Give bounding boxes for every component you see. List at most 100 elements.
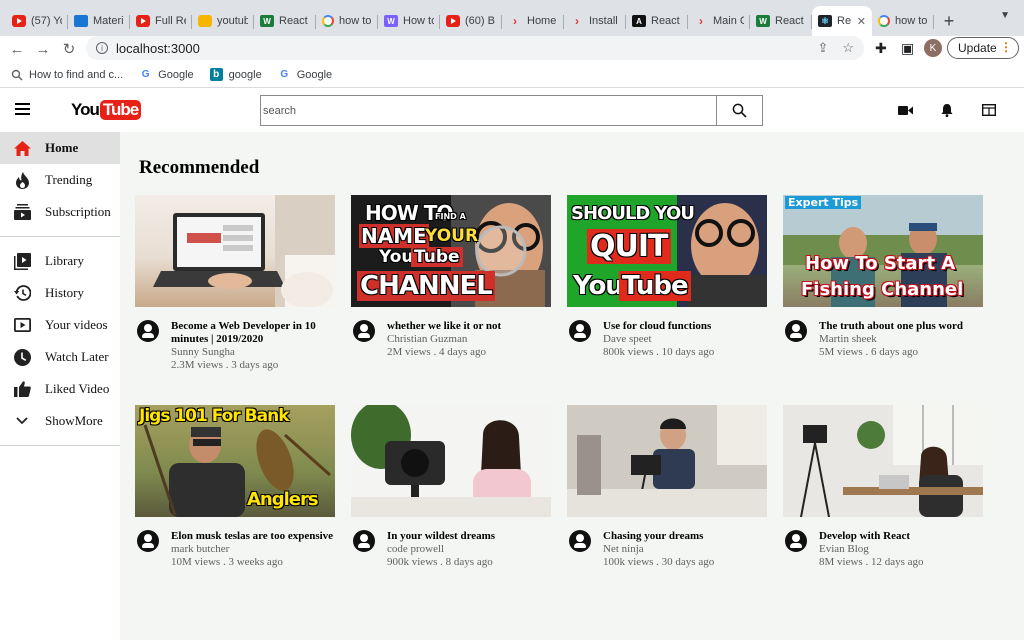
chevron-down-icon (13, 412, 31, 430)
sidebar-item-subscription[interactable]: Subscription (0, 196, 120, 228)
close-tab-icon[interactable]: ✕ (857, 15, 866, 28)
browser-tab[interactable]: how to (872, 6, 934, 36)
bookmark-item[interactable]: G Google (139, 68, 194, 81)
video-thumbnail[interactable]: SHOULD YOU QUIT You Tube (567, 195, 767, 307)
sidebar-item-library[interactable]: Library (0, 245, 120, 277)
hamburger-menu-icon[interactable] (15, 103, 30, 115)
main-content: Recommended Become a Web Developer in 10… (120, 132, 1024, 640)
channel-avatar-icon[interactable] (137, 320, 159, 342)
browser-tab[interactable]: A React (626, 6, 688, 36)
bookmark-item[interactable]: b google (209, 68, 262, 81)
channel-name[interactable]: Sunny Sungha (171, 346, 335, 359)
browser-tab[interactable]: W React (750, 6, 812, 36)
forward-arrow-icon[interactable]: → (30, 41, 56, 58)
thumb-caption: Expert Tips (785, 196, 862, 209)
browser-tab[interactable]: how to (316, 6, 378, 36)
apps-grid-icon[interactable] (982, 104, 996, 116)
thumb-caption: Anglers (247, 489, 319, 510)
side-panel-icon[interactable]: ▣ (901, 40, 914, 57)
video-card[interactable]: SHOULD YOU QUIT You Tube Use for cloud f… (567, 195, 767, 359)
channel-avatar-icon[interactable] (569, 320, 591, 342)
sidebar-item-watch-later[interactable]: Watch Later (0, 341, 120, 373)
video-card[interactable]: Expert Tips How To Start A Fishing Chann… (783, 195, 983, 359)
browser-tab[interactable]: (57) Yo (6, 6, 68, 36)
bookmark-item[interactable]: G Google (278, 68, 332, 81)
channel-avatar-icon[interactable] (569, 530, 591, 552)
sidebar-item-liked-video[interactable]: Liked Video (0, 373, 120, 405)
youtube-logo[interactable]: You Tube (71, 100, 142, 120)
share-icon[interactable]: ⇪ (817, 40, 828, 56)
video-card[interactable]: Develop with React Evian Blog 8M views .… (783, 405, 983, 569)
channel-avatar-icon[interactable] (137, 530, 159, 552)
video-card[interactable]: Chasing your dreams Net ninja 100k views… (567, 405, 767, 569)
video-title[interactable]: The truth about one plus word (819, 320, 963, 333)
browser-tab[interactable]: › Main C (688, 6, 750, 36)
more-menu-icon[interactable]: ⋮ (1000, 40, 1012, 54)
video-card[interactable]: Become a Web Developer in 10 minutes | 2… (135, 195, 335, 372)
browser-tab[interactable]: › Install (564, 6, 626, 36)
video-thumbnail[interactable]: Expert Tips How To Start A Fishing Chann… (783, 195, 983, 307)
new-tab-button[interactable]: + (934, 6, 964, 36)
browser-tab[interactable]: Materi (68, 6, 130, 36)
notifications-bell-icon[interactable] (941, 103, 953, 117)
update-button[interactable]: Update ⋮ (947, 37, 1019, 59)
sidebar-item-show-more[interactable]: ShowMore (0, 405, 120, 437)
bookmark-label: Google (158, 68, 194, 81)
channel-avatar-icon[interactable] (353, 320, 375, 342)
search-button[interactable] (716, 95, 763, 126)
channel-name[interactable]: Martin sheek (819, 333, 963, 346)
reload-icon[interactable]: ↻ (56, 40, 82, 58)
video-thumbnail[interactable] (567, 405, 767, 517)
profile-avatar[interactable]: K (924, 39, 942, 57)
site-info-icon[interactable]: i (96, 42, 108, 54)
channel-name[interactable]: code prowell (387, 543, 495, 556)
search-input[interactable] (260, 95, 717, 126)
video-thumbnail[interactable] (351, 405, 551, 517)
channel-name[interactable]: Christian Guzman (387, 333, 501, 346)
sidebar-item-history[interactable]: History (0, 277, 120, 309)
channel-name[interactable]: mark butcher (171, 543, 333, 556)
browser-tab[interactable]: youtub (192, 6, 254, 36)
video-title[interactable]: In your wildest dreams (387, 530, 495, 543)
channel-avatar-icon[interactable] (353, 530, 375, 552)
video-thumbnail[interactable] (135, 195, 335, 307)
channel-name[interactable]: Net ninja (603, 543, 714, 556)
flame-icon (13, 171, 31, 189)
channel-avatar-icon[interactable] (785, 320, 807, 342)
back-arrow-icon[interactable]: ← (4, 41, 30, 58)
video-title[interactable]: Chasing your dreams (603, 530, 714, 543)
video-thumbnail[interactable] (783, 405, 983, 517)
video-thumbnail[interactable]: Jigs 101 For Bank Anglers (135, 405, 335, 517)
channel-name[interactable]: Dave speet (603, 333, 714, 346)
browser-tab[interactable]: (60) B (440, 6, 502, 36)
extensions-puzzle-icon[interactable]: ✚ (875, 40, 887, 57)
video-card[interactable]: HOW TO FIND A NAME YOUR You Tube CHANNEL… (351, 195, 551, 359)
video-title[interactable]: Elon musk teslas are too expensive (171, 530, 333, 543)
video-card[interactable]: In your wildest dreams code prowell 900k… (351, 405, 551, 569)
browser-tab[interactable]: W How to (378, 6, 440, 36)
browser-tab[interactable]: › Home (502, 6, 564, 36)
tab-label: Install (589, 15, 618, 27)
browser-tab[interactable]: Full Re (130, 6, 192, 36)
bookmark-star-icon[interactable]: ☆ (842, 40, 854, 56)
tab-search-chevron-icon[interactable]: ▼ (1000, 10, 1010, 21)
url-bar[interactable]: i localhost:3000 ⇪ ☆ (86, 36, 864, 60)
video-title[interactable]: Use for cloud functions (603, 320, 714, 333)
browser-tab[interactable]: W React (254, 6, 316, 36)
video-title[interactable]: Become a Web Developer in 10 minutes | 2… (171, 320, 335, 346)
sidebar-item-home[interactable]: Home (0, 132, 120, 164)
video-title[interactable]: Develop with React (819, 530, 924, 543)
browser-tab-active[interactable]: ⚛ Re ✕ (812, 6, 872, 36)
video-thumbnail[interactable]: HOW TO FIND A NAME YOUR You Tube CHANNEL (351, 195, 551, 307)
video-card[interactable]: Jigs 101 For Bank Anglers Elon musk tesl… (135, 405, 335, 569)
url-text[interactable]: localhost:3000 (116, 41, 200, 56)
channel-avatar-icon[interactable] (785, 530, 807, 552)
google-favicon-icon (878, 15, 890, 27)
video-camera-icon[interactable] (898, 105, 913, 116)
watch-later-icon (13, 348, 31, 366)
channel-name[interactable]: Evian Blog (819, 543, 924, 556)
sidebar-item-your-videos[interactable]: Your videos (0, 309, 120, 341)
video-title[interactable]: whether we like it or not (387, 320, 501, 333)
bookmark-item[interactable]: How to find and c... (10, 68, 123, 81)
sidebar-item-trending[interactable]: Trending (0, 164, 120, 196)
